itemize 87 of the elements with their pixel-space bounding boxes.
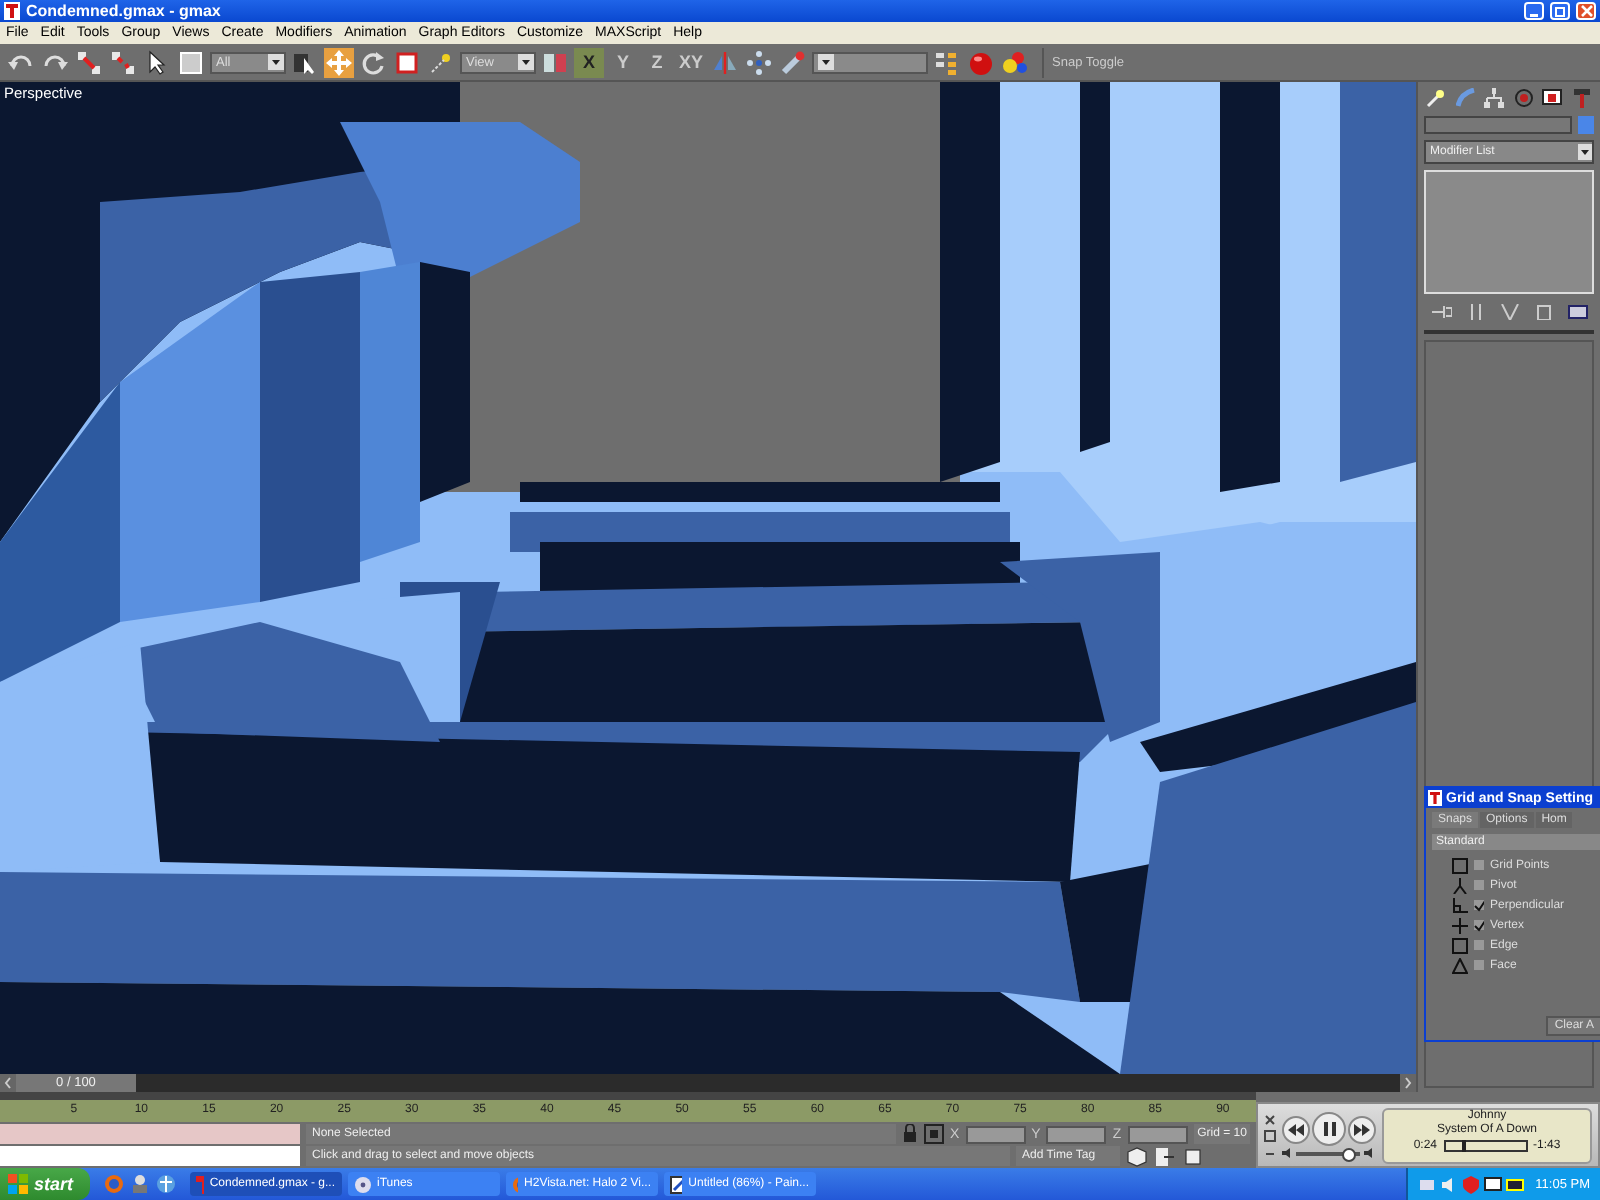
z-coordinate-field[interactable] bbox=[1127, 1125, 1188, 1143]
display-tab-icon[interactable] bbox=[1540, 86, 1565, 110]
speaker-icon[interactable] bbox=[1439, 1175, 1458, 1193]
volume-high-icon bbox=[1364, 1148, 1376, 1158]
window-title: Condemned.gmax - gmax bbox=[26, 2, 221, 20]
vertex-snap-icon bbox=[1452, 917, 1468, 933]
exit-icon[interactable] bbox=[1154, 1145, 1176, 1167]
caret-icon bbox=[1578, 144, 1592, 160]
perpendicular-snap-icon bbox=[1452, 897, 1468, 913]
snap-checkbox[interactable] bbox=[1474, 860, 1484, 870]
lock-icon[interactable] bbox=[902, 1124, 918, 1144]
caret-icon bbox=[518, 54, 534, 70]
y-coordinate-field[interactable] bbox=[1046, 1125, 1107, 1143]
pause-icon[interactable] bbox=[1465, 304, 1485, 320]
close-icon[interactable] bbox=[1264, 1113, 1276, 1125]
toolbar-dropdown[interactable] bbox=[812, 51, 928, 73]
caret-icon bbox=[818, 54, 834, 70]
battery-icon[interactable] bbox=[1505, 1175, 1524, 1193]
fast-forward-icon bbox=[1354, 1123, 1370, 1135]
browser-icon bbox=[511, 1175, 519, 1193]
previous-button[interactable] bbox=[1282, 1115, 1310, 1143]
object-color-swatch[interactable] bbox=[1578, 116, 1594, 134]
messenger-icon[interactable] bbox=[129, 1174, 150, 1194]
minimize-button[interactable] bbox=[1524, 2, 1544, 20]
axis-constraint-button[interactable]: Z bbox=[642, 47, 672, 77]
maxscript-listener-field[interactable] bbox=[0, 1124, 300, 1144]
paint-icon bbox=[669, 1175, 683, 1193]
app-logo-icon bbox=[195, 1175, 204, 1193]
app-logo-icon bbox=[1428, 790, 1442, 806]
music-disc-icon bbox=[353, 1175, 372, 1193]
next-button[interactable] bbox=[1348, 1115, 1376, 1143]
grid-snap-icon bbox=[1452, 857, 1468, 873]
restore-button[interactable] bbox=[1550, 2, 1570, 20]
modifier-stack-list[interactable] bbox=[1424, 170, 1594, 294]
snap-checkbox[interactable] bbox=[1474, 960, 1484, 970]
configure-icon[interactable] bbox=[1567, 304, 1587, 320]
axis-constraint-button[interactable]: Y bbox=[608, 47, 638, 77]
render-tool-button[interactable] bbox=[966, 47, 996, 77]
browser-icon[interactable] bbox=[103, 1174, 124, 1194]
snap-checkbox[interactable] bbox=[1474, 880, 1484, 890]
absolute-mode-icon[interactable] bbox=[924, 1124, 944, 1144]
app-logo-icon bbox=[4, 2, 20, 20]
pivot-snap-icon bbox=[1452, 877, 1468, 893]
material-tool-button[interactable] bbox=[1000, 47, 1030, 77]
start-button[interactable]: start bbox=[0, 1168, 90, 1200]
restore-icon bbox=[1553, 4, 1567, 18]
object-name-field[interactable] bbox=[1424, 116, 1572, 134]
box-icon[interactable] bbox=[1182, 1145, 1204, 1167]
pin-stack-icon[interactable] bbox=[1431, 304, 1451, 320]
trash-icon[interactable] bbox=[1533, 304, 1553, 320]
maxscript-input-field[interactable] bbox=[0, 1146, 300, 1166]
progress-bar[interactable] bbox=[1443, 1140, 1527, 1153]
region-tool-button[interactable] bbox=[176, 47, 206, 77]
scale-tool-button[interactable] bbox=[392, 47, 422, 77]
close-button[interactable] bbox=[1576, 2, 1596, 20]
move-tool-button[interactable] bbox=[324, 47, 354, 77]
create-tab-icon[interactable] bbox=[1424, 86, 1449, 110]
rotate-tool-button[interactable] bbox=[358, 47, 388, 77]
snap-checkbox[interactable] bbox=[1474, 920, 1484, 930]
fork-icon[interactable] bbox=[1499, 304, 1519, 320]
globe-icon[interactable] bbox=[155, 1174, 176, 1194]
axis-constraint-button[interactable]: X bbox=[574, 47, 604, 77]
edge-snap-icon bbox=[1452, 937, 1468, 953]
snap-checkbox[interactable] bbox=[1474, 940, 1484, 950]
mirror-tool-button[interactable] bbox=[710, 47, 740, 77]
monitor-icon[interactable] bbox=[1483, 1175, 1502, 1193]
x-coordinate-field[interactable] bbox=[965, 1125, 1026, 1143]
network-icon[interactable] bbox=[1417, 1175, 1436, 1193]
volume-slider-thumb[interactable] bbox=[1341, 1147, 1356, 1161]
snap-checkbox[interactable] bbox=[1474, 900, 1484, 910]
left-arrow-icon[interactable] bbox=[0, 1074, 16, 1092]
close-icon bbox=[1579, 4, 1593, 18]
named-tool-button[interactable] bbox=[932, 47, 962, 77]
right-arrow-icon[interactable] bbox=[1400, 1074, 1416, 1092]
pause-icon bbox=[1323, 1122, 1335, 1136]
caret-icon bbox=[268, 54, 284, 70]
zoom-icon[interactable] bbox=[1264, 1129, 1276, 1141]
flag-icon bbox=[8, 1174, 28, 1194]
array-tool-button[interactable] bbox=[744, 47, 774, 77]
rewind-icon bbox=[1288, 1123, 1304, 1135]
volume-low-icon bbox=[1282, 1148, 1292, 1158]
axis-constraint-button[interactable]: XY bbox=[676, 47, 706, 77]
unlink-tool-button[interactable] bbox=[108, 47, 138, 77]
align-tool-button[interactable] bbox=[778, 47, 808, 77]
face-snap-icon bbox=[1452, 957, 1468, 973]
link-tool-button[interactable] bbox=[74, 47, 104, 77]
pause-button[interactable] bbox=[1312, 1112, 1346, 1146]
